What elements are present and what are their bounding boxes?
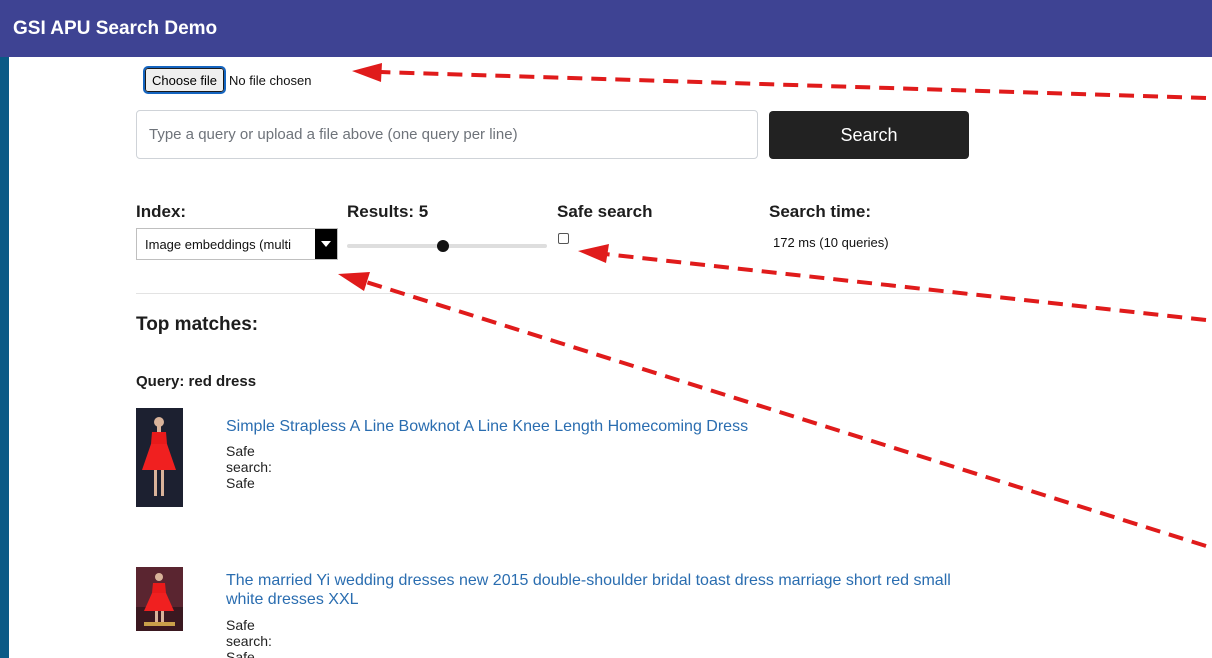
app-title: GSI APU Search Demo (13, 18, 218, 39)
top-matches-heading: Top matches: (136, 314, 259, 335)
result-thumbnail[interactable] (136, 567, 183, 631)
result-title-link[interactable]: Simple Strapless A Line Bowknot A Line K… (226, 417, 976, 436)
caret-down-icon[interactable] (315, 229, 337, 259)
results-label: Results: 5 (347, 202, 429, 221)
index-select-value: Image embeddings (multi (145, 237, 291, 252)
divider (136, 293, 969, 294)
query-input[interactable] (136, 110, 758, 159)
query-heading: Query: red dress (136, 373, 257, 390)
search-time-label: Search time: (769, 202, 872, 221)
app-header: GSI APU Search Demo (0, 0, 1212, 57)
result-safe-status: Safe search: Safe (226, 617, 272, 658)
file-status: No file chosen (229, 72, 312, 88)
result-safe-status: Safe search: Safe (226, 443, 272, 491)
index-label: Index: (136, 202, 187, 221)
file-upload: Choose file No file chosen (142, 66, 312, 94)
choose-file-button[interactable]: Choose file (142, 66, 227, 94)
result-title-link[interactable]: The married Yi wedding dresses new 2015 … (226, 571, 976, 609)
result-thumbnail[interactable] (136, 408, 183, 507)
search-time-value: 172 ms (10 queries) (773, 235, 889, 250)
index-select[interactable]: Image embeddings (multi (136, 228, 338, 260)
results-slider[interactable] (347, 240, 547, 252)
search-button[interactable]: Search (769, 111, 969, 159)
safe-search-checkbox[interactable] (558, 233, 569, 244)
main-panel: Choose file No file chosen Search Index:… (9, 57, 1212, 658)
slider-thumb[interactable] (437, 240, 449, 252)
safe-search-label: Safe search (557, 202, 653, 221)
